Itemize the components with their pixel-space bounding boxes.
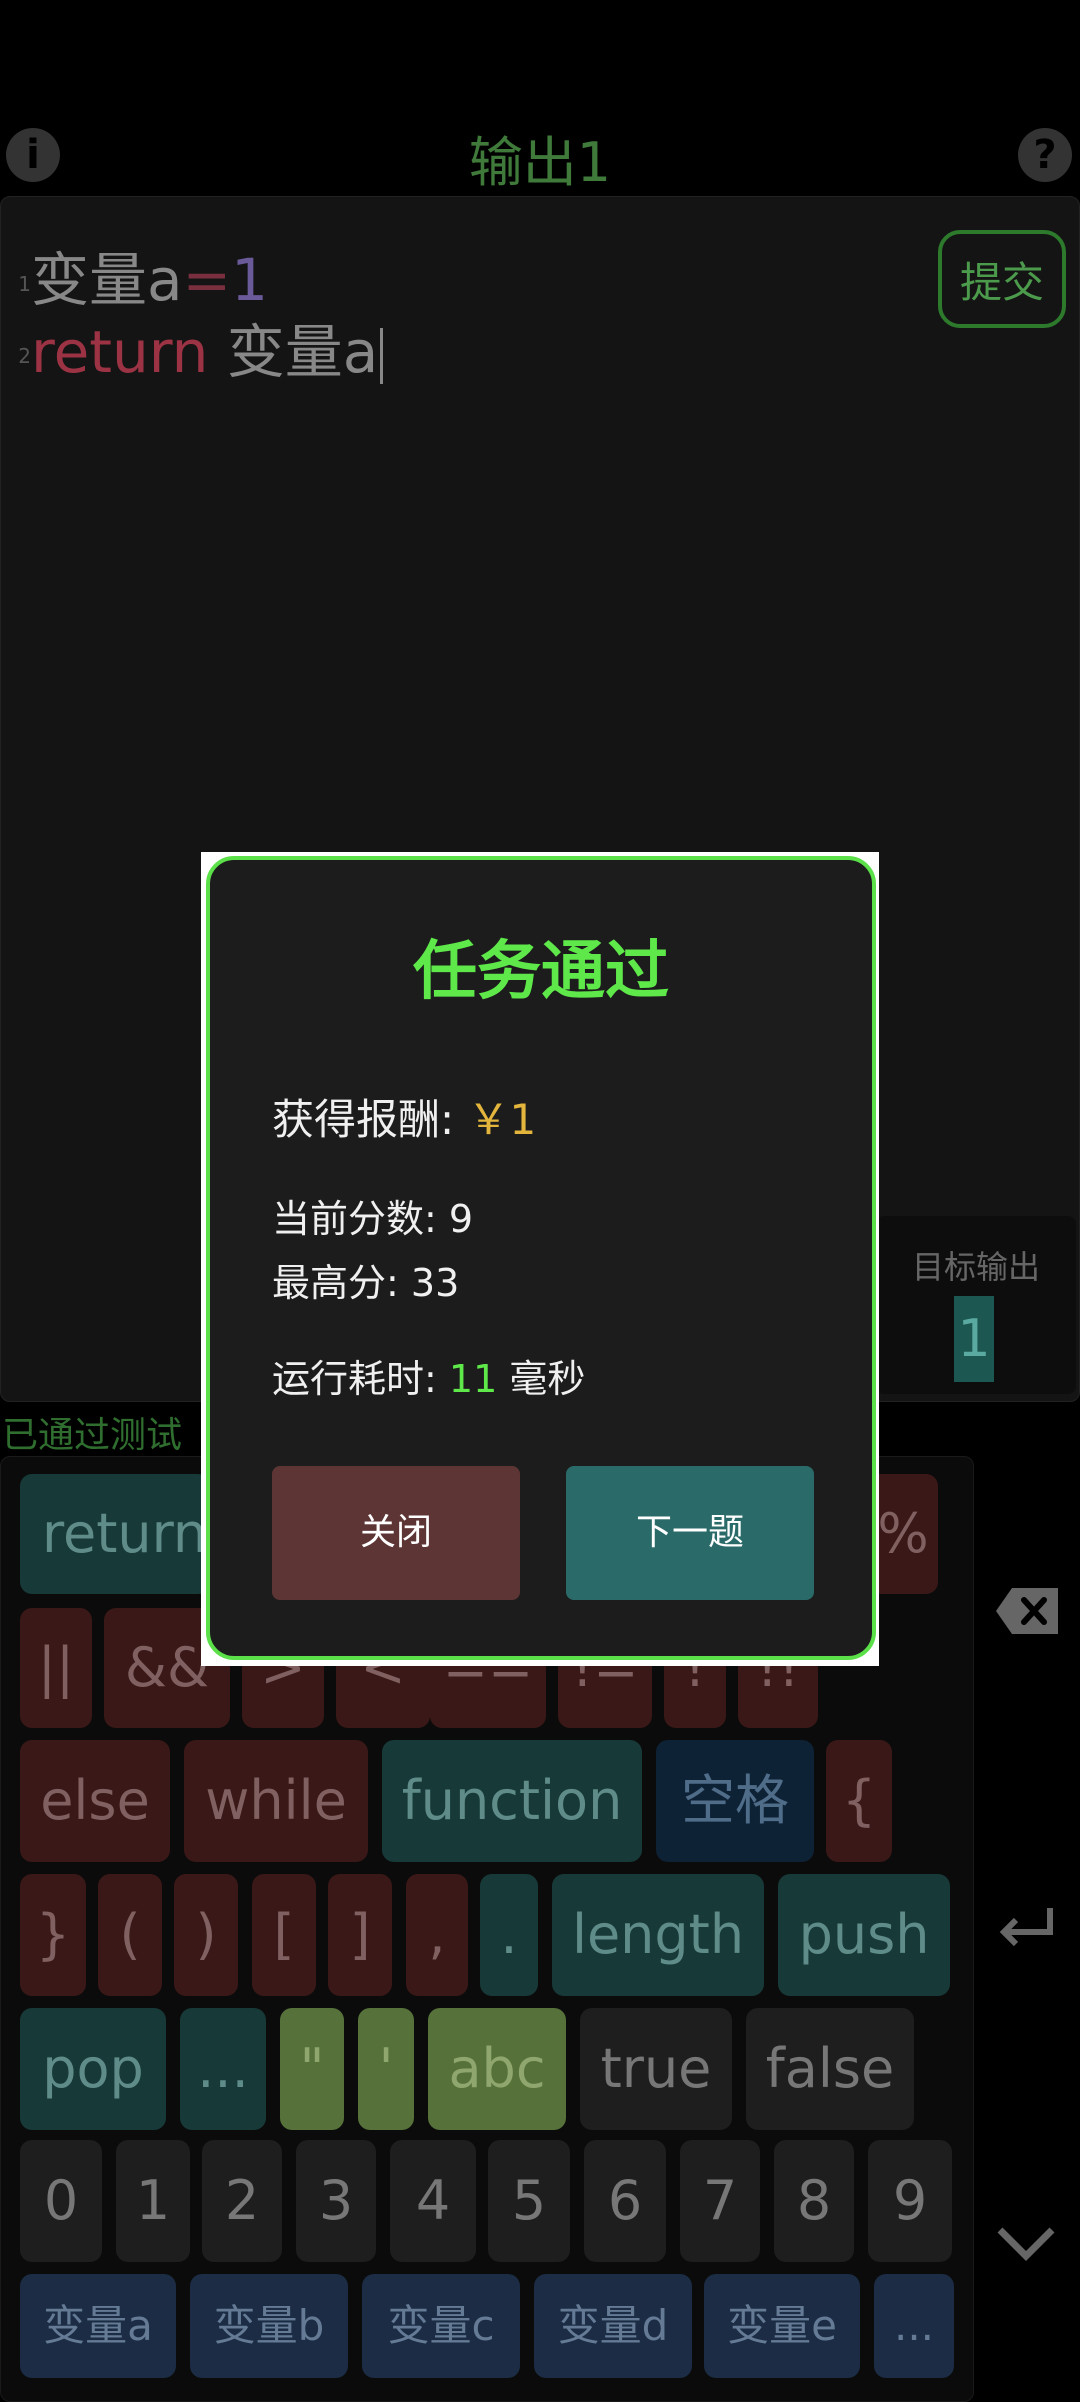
score-label: 当前分数: [272,1197,449,1241]
reward-label: 获得报酬: [272,1095,468,1144]
target-output-label: 目标输出 [911,1248,1040,1286]
runtime-unit: 毫秒 [497,1357,586,1401]
text-cursor [380,327,384,384]
best-score-value: 33 [410,1261,460,1305]
key-more-vars[interactable]: ... [874,2274,954,2378]
code-operator: = [182,246,232,314]
submit-button[interactable]: 提交 [938,230,1066,328]
key-var-a[interactable]: 变量a [20,2274,176,2378]
key-digit-2[interactable]: 2 [202,2140,282,2262]
key-close-paren[interactable]: ) [174,1874,238,1996]
key-var-b[interactable]: 变量b [190,2274,348,2378]
code-keyword: return [31,318,209,386]
close-button[interactable]: 关闭 [272,1466,520,1600]
runtime-label: 运行耗时: [272,1357,449,1401]
target-output-value: 1 [954,1296,994,1382]
best-score-row: 最高分: 33 [272,1252,459,1307]
key-false[interactable]: false [746,2008,914,2130]
key-spread[interactable]: ... [180,2008,266,2130]
score-value: 9 [448,1197,474,1241]
key-return[interactable]: return [20,1474,210,1594]
key-or[interactable]: || [20,1608,92,1728]
score-row: 当前分数: 9 [272,1188,473,1243]
key-digit-9[interactable]: 9 [868,2140,952,2262]
key-close-brace[interactable]: } [20,1874,86,1996]
best-score-label: 最高分: [272,1261,411,1305]
runtime-row: 运行耗时: 11 毫秒 [272,1348,585,1403]
key-double-quote[interactable]: " [280,2008,344,2130]
key-else[interactable]: else [20,1740,170,1862]
help-icon[interactable]: ? [1018,128,1072,182]
key-digit-7[interactable]: 7 [680,2140,760,2262]
key-single-quote[interactable]: ' [358,2008,414,2130]
key-push[interactable]: push [778,1874,950,1996]
key-true[interactable]: true [580,2008,732,2130]
dialog-title: 任务通过 [413,935,669,1009]
key-digit-6[interactable]: 6 [584,2140,666,2262]
code-variable: 变量a [31,246,183,314]
reward-value: ￥1 [467,1095,537,1144]
code-line-2: 2return 变量a [1,305,384,389]
key-close-bracket[interactable]: ] [328,1874,392,1996]
key-open-brace[interactable]: { [826,1740,892,1862]
key-digit-8[interactable]: 8 [774,2140,854,2262]
key-while[interactable]: while [184,1740,368,1862]
passed-tests-label: 已通过测试 [2,1415,183,1456]
key-digit-3[interactable]: 3 [296,2140,376,2262]
key-abc[interactable]: abc [428,2008,566,2130]
task-passed-dialog: 任务通过 获得报酬: ￥1 当前分数: 9 最高分: 33 运行耗时: 11 毫… [206,856,876,1660]
key-space[interactable]: 空格 [656,1740,814,1862]
key-open-bracket[interactable]: [ [252,1874,316,1996]
runtime-value: 11 [448,1357,498,1401]
next-question-button[interactable]: 下一题 [566,1466,814,1600]
key-var-d[interactable]: 变量d [534,2274,692,2378]
key-pop[interactable]: pop [20,2008,166,2130]
code-variable: 变量a [226,318,379,386]
key-digit-5[interactable]: 5 [488,2140,570,2262]
key-var-e[interactable]: 变量e [704,2274,860,2378]
key-length[interactable]: length [552,1874,764,1996]
key-open-paren[interactable]: ( [98,1874,162,1996]
enter-icon[interactable] [996,1902,1056,1952]
page-title: 输出1 [468,131,612,194]
key-var-c[interactable]: 变量c [362,2274,520,2378]
reward-row: 获得报酬: ￥1 [272,1086,536,1147]
hide-keyboard-icon[interactable] [996,2224,1056,2264]
key-digit-1[interactable]: 1 [116,2140,190,2262]
target-output-panel: 目标输出 1 [876,1216,1076,1394]
code-number: 1 [231,246,269,314]
key-dot[interactable]: . [480,1874,538,1996]
key-digit-0[interactable]: 0 [20,2140,102,2262]
key-comma[interactable]: , [406,1874,468,1996]
key-digit-4[interactable]: 4 [390,2140,476,2262]
backspace-icon[interactable] [994,1586,1060,1636]
key-function[interactable]: function [382,1740,642,1862]
